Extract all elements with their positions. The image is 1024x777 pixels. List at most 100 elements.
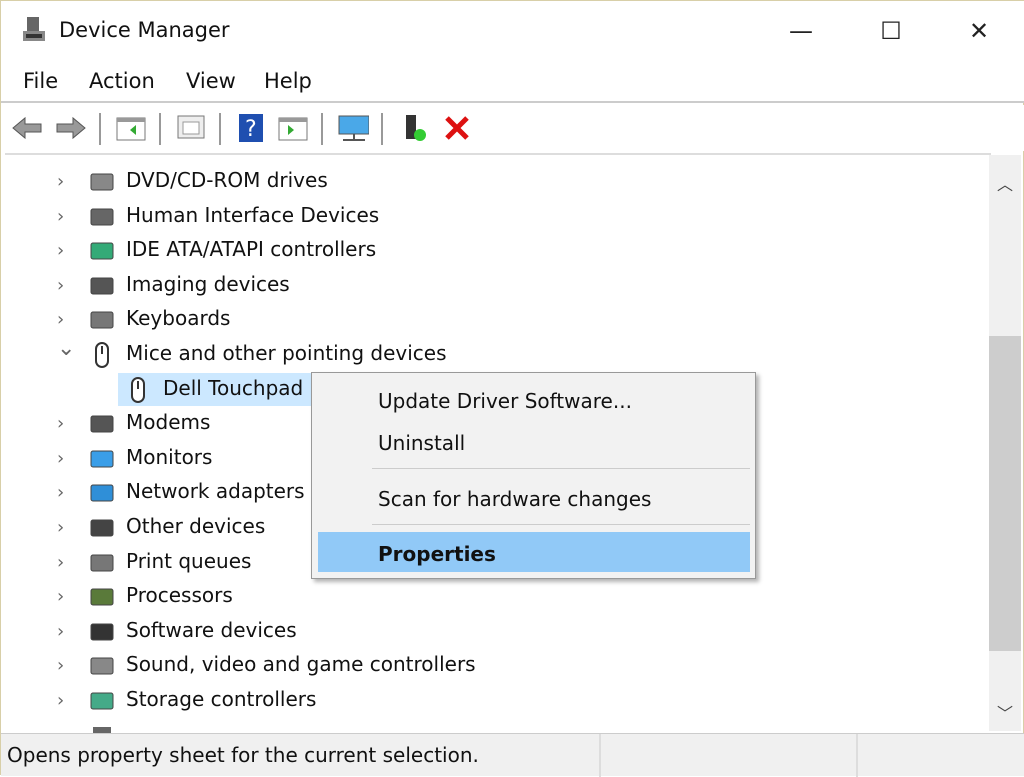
tree-item-label: Storage controllers (126, 687, 317, 711)
toolbar-divider (321, 113, 323, 145)
scan-hardware-icon[interactable] (337, 113, 369, 143)
menu-separator (372, 524, 750, 525)
tree-item-label: Print queues (126, 548, 252, 573)
scroll-up-icon[interactable]: ︿ (997, 171, 1013, 195)
maximize-button[interactable]: ☐ (861, 11, 921, 51)
cpu-icon (89, 584, 115, 610)
chevron-right-icon[interactable]: › (57, 240, 64, 261)
properties-icon[interactable] (175, 113, 207, 143)
tree-item[interactable]: › Imaging devices (5, 269, 991, 303)
tree-item[interactable]: › Storage controllers (5, 684, 991, 718)
chevron-right-icon[interactable]: › (57, 690, 64, 711)
tree-item-label: Modems (126, 410, 211, 435)
toolbar-divider (381, 113, 383, 145)
chevron-right-icon[interactable]: › (57, 482, 64, 503)
menu-item-update-driver[interactable]: Update Driver Software... (318, 379, 750, 419)
close-button[interactable]: ✕ (949, 11, 1009, 51)
menu-item-scan-hardware[interactable]: Scan for hardware changes (318, 477, 750, 517)
tree-item-label: Monitors (126, 444, 213, 469)
chevron-right-icon[interactable]: › (57, 171, 64, 192)
menu-bar: File Action View Help (1, 61, 1024, 103)
status-bar: Opens property sheet for the current sel… (1, 733, 1024, 777)
chevron-right-icon[interactable]: › (57, 586, 64, 607)
vertical-scrollbar[interactable]: ︿ ﹀ (989, 155, 1021, 731)
software-device-icon (89, 619, 115, 645)
toolbar-divider (99, 113, 101, 145)
ide-controller-icon (89, 238, 115, 264)
status-divider (599, 734, 601, 777)
tree-item-label: IDE ATA/ATAPI controllers (126, 237, 377, 262)
network-icon (89, 480, 115, 506)
menu-action[interactable]: Action (89, 69, 155, 93)
mouse-icon (89, 342, 115, 368)
tree-item[interactable]: › Sound, video and game controllers (5, 649, 991, 683)
device-manager-icon (23, 17, 45, 41)
tree-item[interactable]: › Processors (5, 580, 991, 614)
tree-item-label: Mice and other pointing devices (126, 341, 447, 365)
tree-item[interactable]: › IDE ATA/ATAPI controllers (5, 234, 991, 268)
menu-item-uninstall[interactable]: Uninstall (318, 421, 750, 461)
chevron-right-icon[interactable]: › (57, 448, 64, 469)
update-driver-icon[interactable] (399, 113, 431, 143)
tree-item-label: Imaging devices (126, 271, 290, 296)
modem-icon (89, 411, 115, 437)
uninstall-icon[interactable] (441, 113, 473, 143)
unknown-device-icon (89, 515, 115, 541)
keyboard-icon (89, 307, 115, 333)
dvd-drive-icon (89, 169, 115, 195)
minimize-button[interactable]: — (771, 11, 831, 51)
hid-icon (89, 204, 115, 230)
help-icon[interactable]: ? (235, 113, 267, 143)
camera-icon (89, 273, 115, 299)
show-action-pane-icon[interactable] (277, 113, 309, 143)
tree-item-label: Network adapters (126, 479, 305, 504)
printer-icon (89, 550, 115, 576)
show-hide-console-tree-icon[interactable] (115, 113, 147, 143)
menu-item-properties[interactable]: Properties (318, 532, 750, 572)
menu-view[interactable]: View (186, 69, 236, 93)
tree-item[interactable]: › Keyboards (5, 303, 991, 337)
chevron-right-icon[interactable]: › (57, 517, 64, 538)
scrollbar-thumb[interactable] (989, 336, 1021, 651)
toolbar: ? (1, 105, 1024, 151)
tree-item-label: Dell Touchpad (163, 375, 304, 400)
menu-file[interactable]: File (23, 69, 58, 93)
scroll-down-icon[interactable]: ﹀ (997, 700, 1013, 724)
title-bar: Device Manager — ☐ ✕ (1, 1, 1024, 61)
chevron-right-icon[interactable]: › (57, 413, 64, 434)
chevron-down-icon[interactable]: ⌄ (57, 336, 75, 361)
tree-item-label: Sound, video and game controllers (126, 652, 476, 677)
tree-item-partial[interactable] (5, 719, 991, 733)
chevron-right-icon[interactable]: › (57, 309, 64, 330)
tree-item[interactable]: › DVD/CD-ROM drives (5, 165, 991, 199)
menu-separator (372, 468, 750, 469)
window-title: Device Manager (59, 18, 230, 42)
toolbar-divider (159, 113, 161, 145)
status-divider (856, 734, 858, 777)
tree-item[interactable]: › Software devices (5, 615, 991, 649)
system-device-icon (89, 723, 115, 733)
status-text: Opens property sheet for the current sel… (7, 743, 479, 767)
chevron-right-icon[interactable]: › (57, 552, 64, 573)
tree-item-label: Software devices (126, 617, 297, 642)
tree-item-label: Keyboards (126, 306, 231, 331)
monitor-icon (89, 446, 115, 472)
tree-item-label: DVD/CD-ROM drives (126, 168, 328, 192)
mouse-icon (125, 376, 151, 403)
svg-text:?: ? (245, 117, 257, 142)
toolbar-divider (219, 113, 221, 145)
context-menu: Update Driver Software... Uninstall Scan… (311, 372, 756, 579)
tree-item[interactable]: ⌄ Mice and other pointing devices (5, 336, 991, 372)
speaker-icon (89, 653, 115, 679)
tree-item[interactable]: › Human Interface Devices (5, 200, 991, 234)
chevron-right-icon[interactable]: › (57, 275, 64, 296)
tree-item-label: Processors (126, 583, 233, 608)
back-icon[interactable] (11, 113, 43, 143)
tree-item-label: Human Interface Devices (126, 202, 380, 227)
tree-item-label: Other devices (126, 514, 266, 538)
chevron-right-icon[interactable]: › (57, 621, 64, 642)
chevron-right-icon[interactable]: › (57, 655, 64, 676)
menu-help[interactable]: Help (264, 69, 312, 93)
chevron-right-icon[interactable]: › (57, 206, 64, 227)
forward-icon[interactable] (55, 113, 87, 143)
